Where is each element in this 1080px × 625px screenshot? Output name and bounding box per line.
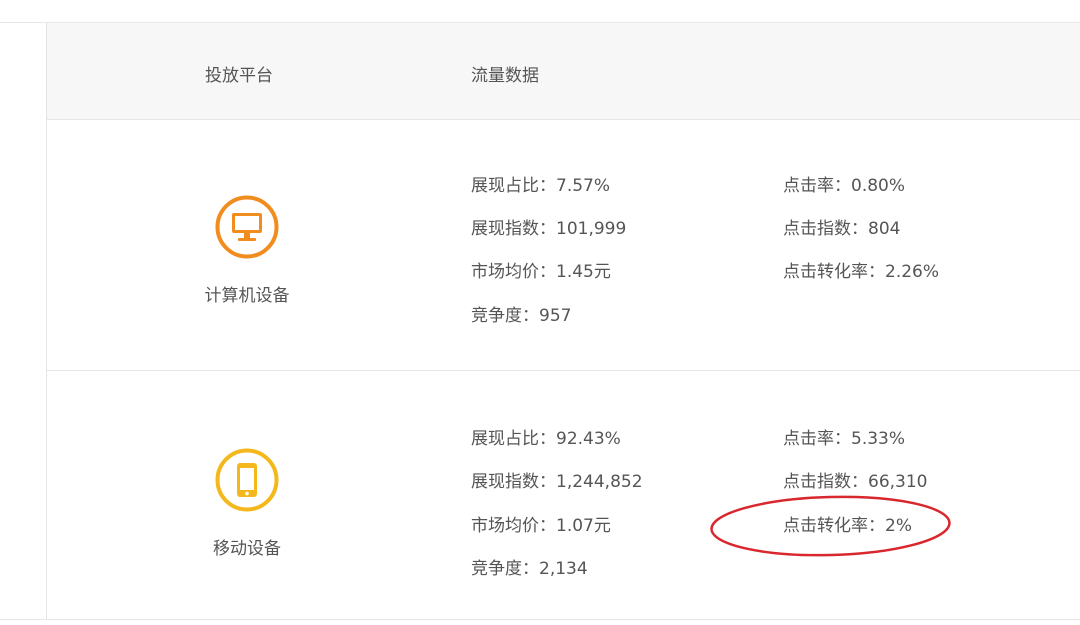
header-traffic-data: 流量数据 [471, 66, 539, 86]
market-avg-price: 市场均价：1.45元 [471, 262, 611, 282]
platform-pc: 计算机设备 [197, 195, 297, 306]
impression-share: 展现占比：92.43% [471, 429, 621, 449]
table-row-pc: 计算机设备 展现占比：7.57% 展现指数：101,999 市场均价：1.45元… [47, 121, 1080, 371]
traffic-table: 投放平台 流量数据 计算机设备 展现占比：7.57% 展现指数：101,999 … [47, 23, 1080, 619]
click-rate: 点击率：5.33% [783, 429, 906, 449]
click-conversion-rate: 点击转化率：2% [783, 516, 912, 536]
mobile-phone-icon [215, 448, 279, 512]
market-avg-price: 市场均价：1.07元 [471, 516, 611, 536]
monitor-icon [215, 195, 279, 259]
competition: 竞争度：2,134 [471, 559, 588, 579]
device-label: 计算机设备 [204, 286, 290, 306]
impression-share: 展现占比：7.57% [471, 176, 611, 196]
bottom-divider [0, 619, 1080, 620]
click-index: 点击指数：804 [783, 219, 901, 239]
platform-mobile: 移动设备 [197, 448, 297, 559]
click-rate: 点击率：0.80% [783, 176, 906, 196]
page: 投放平台 流量数据 计算机设备 展现占比：7.57% 展现指数：101,999 … [0, 0, 1080, 625]
click-index: 点击指数：66,310 [783, 472, 928, 492]
device-label: 移动设备 [213, 539, 281, 559]
table-header: 投放平台 流量数据 [47, 23, 1080, 120]
competition: 竞争度：957 [471, 306, 572, 326]
header-platform: 投放平台 [205, 66, 273, 86]
table-row-mobile: 移动设备 展现占比：92.43% 展现指数：1,244,852 市场均价：1.0… [47, 372, 1080, 619]
impression-index: 展现指数：1,244,852 [471, 472, 643, 492]
click-conversion-rate: 点击转化率：2.26% [783, 262, 940, 282]
impression-index: 展现指数：101,999 [471, 219, 627, 239]
